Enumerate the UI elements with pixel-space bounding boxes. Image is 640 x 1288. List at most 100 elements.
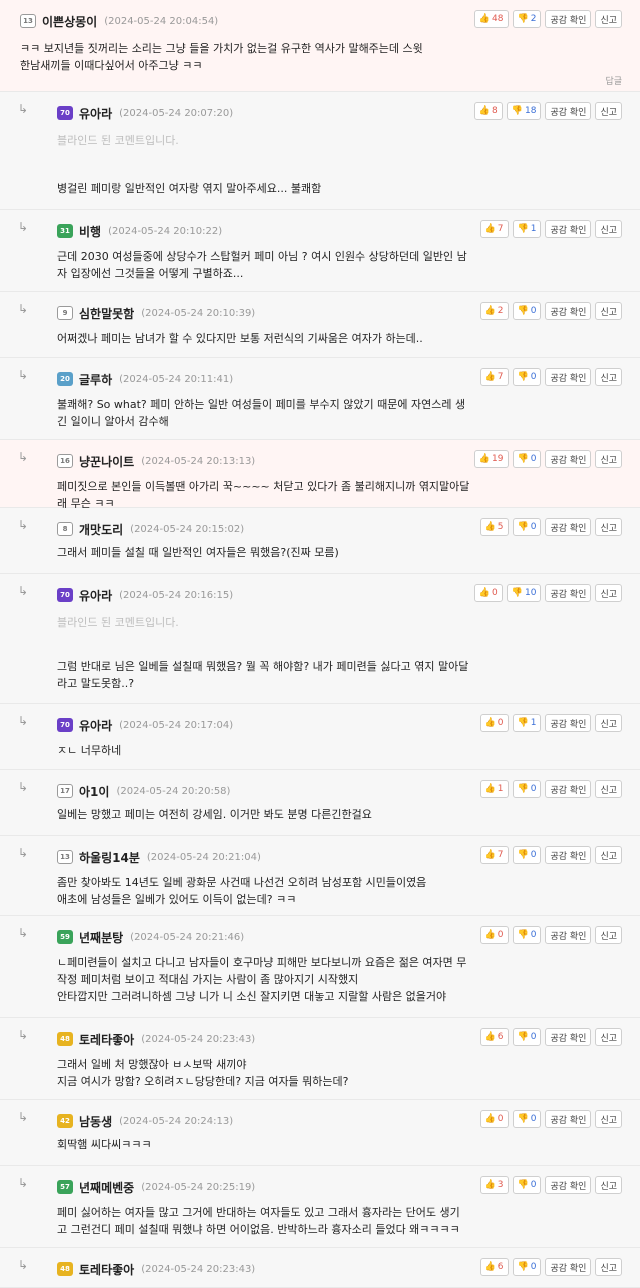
downvote-button[interactable]: 👎 1 [512, 714, 542, 732]
downvote-button[interactable]: 👎 0 [512, 450, 542, 468]
downvote-button[interactable]: 👎 0 [512, 302, 542, 320]
upvote-count: 1 [497, 784, 504, 794]
comment-actions: 👍 8 👎 18 공감 확인 신고 [473, 102, 622, 120]
upvote-button[interactable]: 👍 0 [479, 1110, 509, 1128]
downvote-button[interactable]: 👎 0 [512, 1258, 542, 1276]
empathy-check-button[interactable]: 공감 확인 [545, 1258, 592, 1276]
author-name[interactable]: 아1이 [79, 783, 109, 800]
downvote-count: 0 [530, 1114, 537, 1124]
report-button[interactable]: 신고 [595, 450, 622, 468]
downvote-button[interactable]: 👎 0 [512, 846, 542, 864]
downvote-button[interactable]: 👎 0 [512, 1176, 542, 1194]
downvote-button[interactable]: 👎 2 [512, 10, 542, 28]
author-name[interactable]: 유아라 [79, 105, 112, 122]
report-button[interactable]: 신고 [595, 1110, 622, 1128]
author-name[interactable]: 토레타좋아 [79, 1261, 134, 1278]
upvote-button[interactable]: 👍 19 [473, 450, 509, 468]
upvote-button[interactable]: 👍 2 [479, 302, 509, 320]
report-button[interactable]: 신고 [595, 780, 622, 798]
comment-actions: 👍 48 👎 2 공감 확인 신고 [473, 10, 622, 28]
level-badge-icon: 16 [57, 454, 73, 468]
downvote-button[interactable]: 👎 0 [512, 926, 542, 944]
downvote-button[interactable]: 👎 0 [512, 1110, 542, 1128]
report-button[interactable]: 신고 [595, 10, 622, 28]
empathy-check-button[interactable]: 공감 확인 [545, 368, 592, 386]
empathy-check-button[interactable]: 공감 확인 [545, 10, 592, 28]
empathy-check-button[interactable]: 공감 확인 [545, 102, 592, 120]
thumbs-up-icon: 👍 [478, 588, 491, 598]
upvote-button[interactable]: 👍 0 [473, 584, 503, 602]
author-name[interactable]: 개맛도리 [79, 521, 123, 538]
level-badge-icon: 70 [57, 588, 73, 602]
empathy-check-button[interactable]: 공감 확인 [545, 1176, 592, 1194]
empathy-check-button[interactable]: 공감 확인 [545, 846, 592, 864]
downvote-button[interactable]: 👎 0 [512, 1028, 542, 1046]
comment-actions: 👍 0 👎 0 공감 확인 신고 [479, 926, 622, 944]
upvote-button[interactable]: 👍 6 [479, 1258, 509, 1276]
empathy-check-button[interactable]: 공감 확인 [545, 302, 592, 320]
downvote-button[interactable]: 👎 10 [506, 584, 542, 602]
upvote-button[interactable]: 👍 5 [479, 518, 509, 536]
report-button[interactable]: 신고 [595, 1258, 622, 1276]
empathy-check-button[interactable]: 공감 확인 [545, 926, 592, 944]
report-button[interactable]: 신고 [595, 846, 622, 864]
report-button[interactable]: 신고 [595, 518, 622, 536]
author-name[interactable]: 토레타좋아 [79, 1031, 134, 1048]
upvote-button[interactable]: 👍 0 [479, 926, 509, 944]
report-button[interactable]: 신고 [595, 1176, 622, 1194]
upvote-button[interactable]: 👍 7 [479, 846, 509, 864]
report-button[interactable]: 신고 [595, 1028, 622, 1046]
thumbs-down-icon: 👎 [511, 588, 523, 598]
author-name[interactable]: 이쁜상몽이 [42, 13, 97, 30]
author-name[interactable]: 글루하 [79, 371, 112, 388]
comment-text: 불쾌해? So what? 페미 안하는 일반 여성들이 페미를 부수지 않았기… [57, 398, 466, 428]
downvote-button[interactable]: 👎 18 [506, 102, 542, 120]
author-name[interactable]: 비행 [79, 223, 101, 240]
empathy-check-button[interactable]: 공감 확인 [545, 1028, 592, 1046]
report-button[interactable]: 신고 [595, 368, 622, 386]
empathy-check-button[interactable]: 공감 확인 [545, 714, 592, 732]
reply-link[interactable]: 답글 [605, 74, 622, 87]
downvote-count: 0 [530, 454, 537, 464]
upvote-button[interactable]: 👍 0 [479, 714, 509, 732]
author-name[interactable]: 년째분탕 [79, 929, 123, 946]
empathy-check-button[interactable]: 공감 확인 [545, 1110, 592, 1128]
upvote-button[interactable]: 👍 6 [479, 1028, 509, 1046]
author-name[interactable]: 심한말못함 [79, 305, 134, 322]
reply-arrow-icon: ↳ [18, 518, 29, 532]
upvote-button[interactable]: 👍 7 [479, 220, 509, 238]
report-button[interactable]: 신고 [595, 714, 622, 732]
empathy-check-button[interactable]: 공감 확인 [545, 220, 592, 238]
report-button[interactable]: 신고 [595, 584, 622, 602]
author-name[interactable]: 유아라 [79, 587, 112, 604]
downvote-button[interactable]: 👎 0 [512, 518, 542, 536]
reply-arrow-icon: ↳ [18, 780, 29, 794]
upvote-button[interactable]: 👍 1 [479, 780, 509, 798]
author-name[interactable]: 냥꾼나이트 [79, 453, 134, 470]
upvote-button[interactable]: 👍 7 [479, 368, 509, 386]
report-button[interactable]: 신고 [595, 926, 622, 944]
comment-text: 일베는 망했고 페미는 여전히 강세임. 이거만 봐도 분명 다른긴한걸요 [57, 808, 372, 821]
comment-header: 70 유아라 (2024-05-24 20:17:04) [57, 716, 233, 734]
empathy-check-button[interactable]: 공감 확인 [545, 584, 592, 602]
upvote-button[interactable]: 👍 48 [473, 10, 509, 28]
upvote-button[interactable]: 👍 8 [473, 102, 503, 120]
author-name[interactable]: 유아라 [79, 717, 112, 734]
downvote-button[interactable]: 👎 0 [512, 780, 542, 798]
author-name[interactable]: 하울링14분 [79, 849, 140, 866]
empathy-check-button[interactable]: 공감 확인 [545, 780, 592, 798]
comment-text: 병걸린 페미랑 일반적인 여자랑 엮지 말아주세요... 불쾌함 [57, 182, 322, 195]
comment-header: 17 아1이 (2024-05-24 20:20:58) [57, 782, 230, 800]
empathy-check-button[interactable]: 공감 확인 [545, 450, 592, 468]
report-button[interactable]: 신고 [595, 302, 622, 320]
downvote-button[interactable]: 👎 1 [512, 220, 542, 238]
upvote-button[interactable]: 👍 3 [479, 1176, 509, 1194]
downvote-button[interactable]: 👎 0 [512, 368, 542, 386]
report-button[interactable]: 신고 [595, 102, 622, 120]
report-button[interactable]: 신고 [595, 220, 622, 238]
reply-arrow-icon: ↳ [18, 714, 29, 728]
downvote-count: 18 [525, 106, 537, 116]
author-name[interactable]: 남동생 [79, 1113, 112, 1130]
empathy-check-button[interactable]: 공감 확인 [545, 518, 592, 536]
author-name[interactable]: 년째메벤중 [79, 1179, 134, 1196]
